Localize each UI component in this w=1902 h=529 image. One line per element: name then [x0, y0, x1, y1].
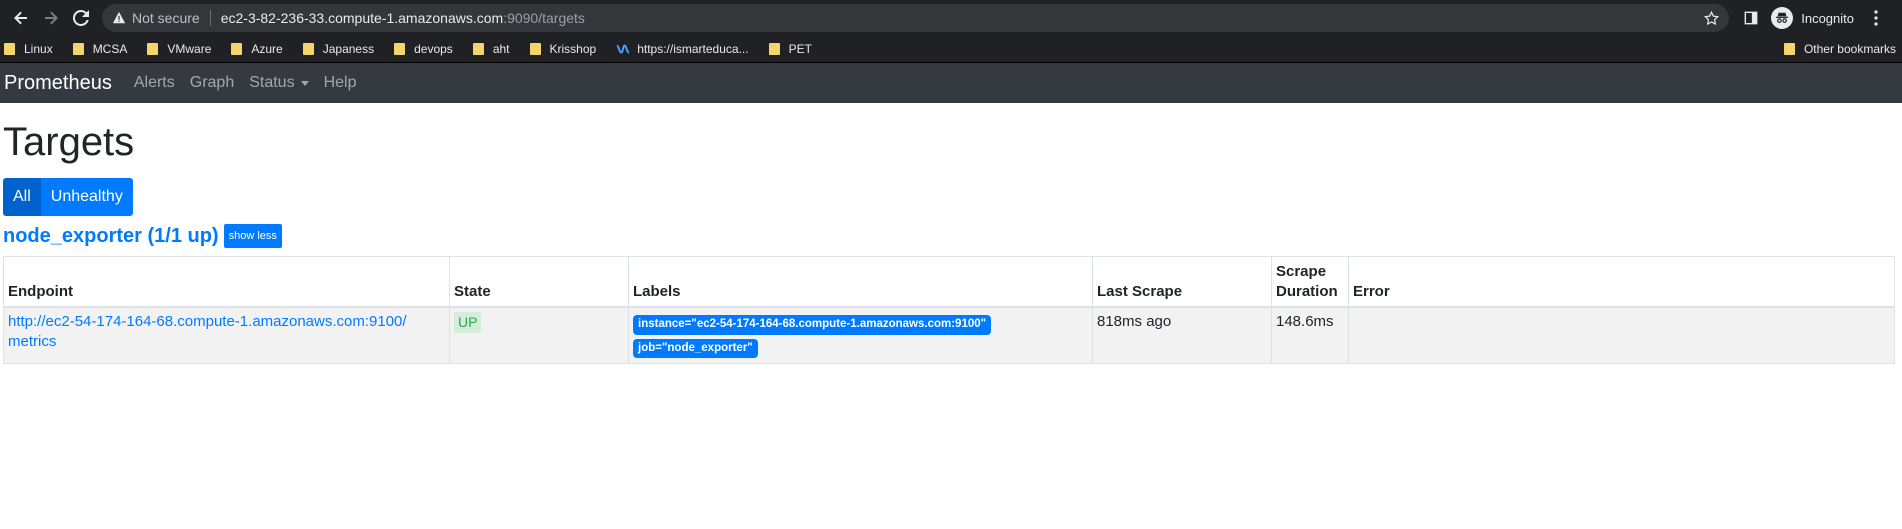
bookmark-folder[interactable]: devops — [394, 42, 453, 56]
table-row: http://ec2-54-174-164-68.compute-1.amazo… — [3, 306, 1895, 365]
brand-link[interactable]: Prometheus — [4, 72, 112, 95]
bookmark-folder[interactable]: Linux — [4, 42, 53, 56]
nav-status-dropdown[interactable]: Status — [249, 74, 309, 92]
folder-icon — [1783, 43, 1795, 55]
incognito-label: Incognito — [1801, 10, 1854, 26]
bookmark-folder[interactable]: MCSA — [72, 42, 128, 56]
col-scrape-duration-line2: Duration — [1276, 282, 1338, 300]
folder-icon — [768, 43, 780, 55]
not-secure-label[interactable]: Not secure — [132, 10, 200, 26]
page-title: Targets — [3, 120, 135, 164]
warning-icon — [112, 11, 126, 25]
col-scrape-duration-line1: Scrape — [1276, 263, 1327, 280]
folder-icon — [4, 43, 15, 55]
endpoint-link-line2: metrics — [8, 333, 57, 351]
label-badge-job: job="node_exporter" — [633, 338, 758, 359]
incognito-icon — [1771, 7, 1794, 29]
url-path: :9090/targets — [503, 10, 585, 26]
folder-icon — [72, 43, 84, 55]
arrow-right-icon — [45, 11, 58, 25]
folder-icon — [529, 43, 541, 55]
bookmark-folder[interactable]: Azure — [231, 42, 283, 56]
col-state: State — [449, 256, 629, 308]
bookmark-label: Azure — [251, 42, 283, 56]
side-panel-icon[interactable] — [1739, 6, 1763, 30]
caret-down-icon — [300, 80, 309, 86]
folder-icon — [394, 43, 406, 55]
bookmark-folder[interactable]: Krisshop — [529, 42, 597, 56]
forward-button[interactable] — [36, 3, 66, 33]
target-filter: All Unhealthy — [3, 178, 1899, 216]
main-content: Targets All Unhealthy node_exporter (1/1… — [0, 118, 1902, 365]
bookmarks-bar: Linux MCSA VMware Azure Japaness devops … — [0, 36, 1902, 63]
bookmark-label: Linux — [24, 42, 53, 56]
col-endpoint: Endpoint — [3, 256, 450, 308]
reload-icon — [73, 10, 89, 26]
bookmark-link[interactable]: https://ismarteduca... — [616, 42, 749, 56]
col-labels: Labels — [628, 256, 1093, 308]
bookmark-folder[interactable]: aht — [472, 42, 510, 56]
more-vert-icon[interactable] — [1864, 6, 1888, 30]
filter-all-button[interactable]: All — [3, 178, 41, 216]
folder-icon — [147, 43, 159, 55]
back-button[interactable] — [6, 3, 36, 33]
bookmark-star-icon[interactable] — [1704, 10, 1720, 26]
url-host: ec2-3-82-236-33.compute-1.amazonaws.com — [220, 10, 504, 26]
col-last-scrape: Last Scrape — [1092, 256, 1272, 308]
endpoint-cell: http://ec2-54-174-164-68.compute-1.amazo… — [3, 306, 450, 365]
folder-icon — [472, 43, 484, 55]
bookmark-label: Japaness — [322, 42, 375, 56]
job-title-link[interactable]: node_exporter (1/1 up) — [3, 225, 219, 248]
labels-cell: instance="ec2-54-174-164-68.compute-1.am… — [628, 306, 1093, 365]
bookmark-folder[interactable]: Japaness — [302, 42, 375, 56]
table-header-row: Endpoint State Labels Last Scrape Scrape… — [3, 256, 1895, 308]
site-favicon-icon — [616, 44, 630, 54]
error-cell — [1348, 306, 1895, 365]
nav-alerts[interactable]: Alerts — [134, 74, 175, 92]
state-badge: UP — [454, 312, 482, 333]
browser-toolbar: Not secure ec2-3-82-236-33.compute-1.ama… — [0, 0, 1902, 36]
targets-table: Endpoint State Labels Last Scrape Scrape… — [3, 256, 1895, 365]
arrow-left-icon — [14, 11, 27, 25]
endpoint-link-line1: http://ec2-54-174-164-68.compute-1.amazo… — [8, 313, 407, 330]
nav-help[interactable]: Help — [324, 74, 357, 92]
bookmark-label: PET — [788, 42, 812, 56]
last-scrape-cell: 818ms ago — [1092, 306, 1272, 365]
filter-unhealthy-button[interactable]: Unhealthy — [40, 178, 133, 216]
scrape-duration-cell: 148.6ms — [1271, 306, 1349, 365]
col-scrape-duration: Scrape Duration — [1271, 256, 1349, 308]
bookmark-label: Krisshop — [549, 42, 597, 56]
bookmark-folder[interactable]: PET — [768, 42, 812, 56]
prometheus-navbar: Prometheus Alerts Graph Status Help — [0, 63, 1902, 103]
address-bar[interactable]: Not secure ec2-3-82-236-33.compute-1.ama… — [102, 4, 1730, 32]
show-less-button[interactable]: show less — [223, 224, 282, 248]
reload-button[interactable] — [66, 3, 96, 33]
incognito-indicator[interactable]: Incognito — [1771, 7, 1854, 29]
state-cell: UP — [449, 306, 629, 365]
bookmark-label: MCSA — [92, 42, 128, 56]
bookmark-label: VMware — [167, 42, 212, 56]
other-bookmarks[interactable]: Other bookmarks — [1783, 42, 1896, 56]
endpoint-link[interactable]: http://ec2-54-174-164-68.compute-1.amazo… — [8, 313, 407, 350]
folder-icon — [302, 43, 314, 55]
folder-icon — [231, 43, 243, 55]
label-badge-instance: instance="ec2-54-174-164-68.compute-1.am… — [633, 315, 992, 335]
col-error: Error — [1348, 256, 1895, 308]
bookmark-label: devops — [414, 42, 453, 56]
nav-graph[interactable]: Graph — [190, 74, 234, 92]
bookmark-label: https://ismarteduca... — [637, 42, 749, 56]
bookmark-folder[interactable]: VMware — [147, 42, 211, 56]
nav-status-label: Status — [249, 74, 295, 91]
bookmark-label: Other bookmarks — [1803, 42, 1896, 56]
job-header: node_exporter (1/1 up) show less — [3, 224, 1899, 248]
bookmark-label: aht — [492, 42, 510, 56]
omnibox-divider — [209, 10, 211, 26]
